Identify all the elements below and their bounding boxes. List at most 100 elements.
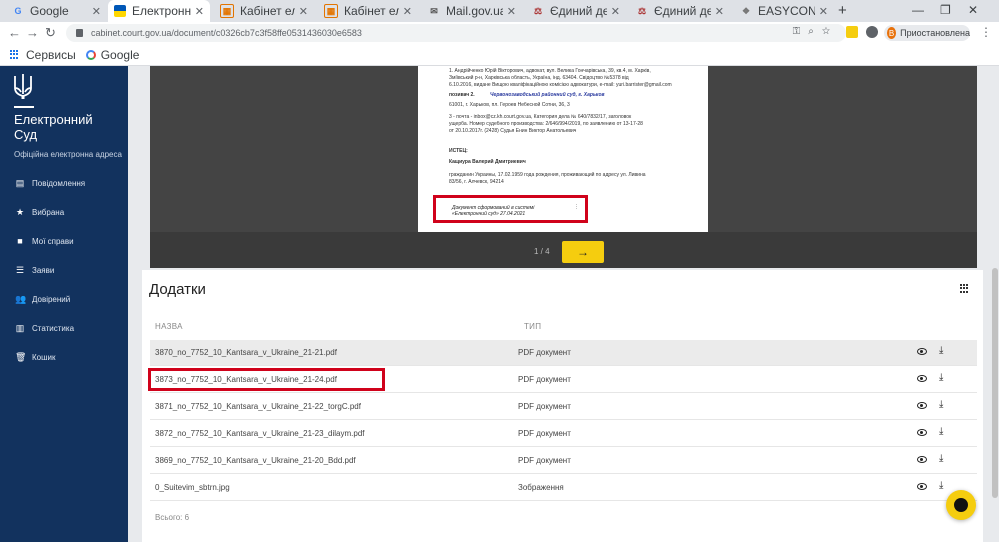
tab-electronic-court[interactable]: Електронн ✕ (108, 0, 210, 22)
download-icon[interactable]: ⤓ (939, 480, 943, 491)
sidebar-item-trusted[interactable]: 👥 Довірений (15, 294, 70, 305)
tab-cabinet-1[interactable]: ▦ Кабінет ел ✕ (214, 0, 314, 22)
sidebar-subtitle: Офіційна електронна адреса (14, 150, 122, 159)
sidebar-item-my-cases[interactable]: ■ Мої справи (15, 236, 73, 246)
close-icon[interactable]: ✕ (715, 5, 724, 18)
cabinet-icon: ▦ (220, 4, 234, 18)
browser-toolbar: ← → ↻ cabinet.court.gov.ua/document/c032… (0, 22, 999, 44)
close-icon[interactable]: ✕ (403, 5, 412, 18)
mail-icon: ✉ (430, 5, 438, 16)
eye-icon[interactable] (917, 348, 927, 355)
sidebar-item-favorites[interactable]: ★ Вибрана (15, 207, 64, 218)
close-icon[interactable]: ✕ (507, 5, 516, 18)
bookmark-google[interactable]: Google (85, 48, 139, 62)
file-name: 3872_no_7752_10_Kantsara_v_Ukraine_21-23… (155, 429, 365, 438)
download-icon[interactable]: ⤓ (939, 426, 943, 437)
list-icon: ☰ (15, 265, 25, 275)
doc-line: 6.10.2016, видане Вищою кваліфікаційною … (449, 82, 672, 88)
attachments-card: Додатки НАЗВА ТИП 3870_no_7752_10_Kantsa… (142, 270, 983, 542)
column-header-type: ТИП (524, 322, 542, 331)
column-header-name: НАЗВА (155, 322, 183, 331)
sidebar-item-trash[interactable]: 🗑 Кошик (15, 352, 56, 363)
file-type: PDF документ (518, 429, 571, 438)
extensions-puzzle-icon[interactable] (866, 26, 878, 38)
bookmark-services[interactable]: Сервисы (10, 48, 76, 62)
close-icon[interactable]: ✕ (819, 5, 828, 18)
minimize-icon[interactable]: — (912, 3, 924, 17)
tab-easycon[interactable]: ❖ EASYCON ✕ (734, 0, 834, 22)
cabinet-icon: ▦ (324, 4, 338, 18)
doc-line: 1. Андрійченко Юрій Вікторович, адвокат,… (449, 68, 651, 74)
address-bar[interactable]: cabinet.court.gov.ua/document/c0326cb7c3… (66, 24, 846, 42)
download-icon[interactable]: ⤓ (939, 345, 943, 356)
close-icon[interactable]: ✕ (611, 5, 620, 18)
trident-logo-icon (14, 74, 32, 99)
close-icon[interactable]: ✕ (299, 5, 308, 18)
eye-icon[interactable] (917, 402, 927, 409)
folder-icon: ■ (17, 236, 23, 246)
doc-line: ИСТЕЦ: (449, 148, 468, 154)
menu-kebab-icon[interactable]: ⋮ (980, 25, 992, 39)
table-row[interactable]: 3869_no_7752_10_Kantsara_v_Ukraine_21-20… (150, 448, 977, 474)
sidebar-item-messages[interactable]: ▤ Повідомлення (15, 178, 85, 189)
tab-registry-2[interactable]: ⚖ Єдиний де ✕ (630, 0, 730, 22)
bookmarks-bar: Сервисы Google (0, 44, 999, 66)
maximize-icon[interactable]: ❐ (940, 3, 951, 17)
eye-icon[interactable] (917, 375, 927, 382)
table-row[interactable]: 3872_no_7752_10_Kantsara_v_Ukraine_21-23… (150, 421, 977, 447)
apps-grid-icon (10, 49, 20, 60)
eye-icon[interactable] (917, 483, 927, 490)
new-tab-button[interactable]: + (838, 2, 847, 19)
omnibox-actions-icon[interactable]: ⚿⌕☆ (793, 26, 838, 37)
pager-bar: 1 / 4 → (150, 232, 977, 268)
doc-line: Червонозаводський районний суд, г. Харьк… (490, 92, 605, 98)
table-row[interactable]: 3871_no_7752_10_Kantsara_v_Ukraine_21-22… (150, 394, 977, 420)
eye-icon[interactable] (917, 456, 927, 463)
tab-mail[interactable]: ✉ Mail.gov.ua ✕ (422, 0, 522, 22)
eye-icon[interactable] (917, 429, 927, 436)
row-highlight-frame (148, 368, 385, 391)
sidebar-item-applications[interactable]: ☰ Заяви (15, 265, 54, 276)
close-icon[interactable]: ✕ (195, 5, 204, 18)
file-type: Зображення (518, 483, 564, 492)
next-page-button[interactable]: → (562, 241, 604, 263)
download-icon[interactable]: ⤓ (939, 399, 943, 410)
close-icon[interactable]: ✕ (92, 5, 101, 18)
sidebar: Електронний Суд Офіційна електронна адре… (0, 66, 128, 542)
download-icon[interactable]: ⤓ (939, 453, 943, 464)
table-row[interactable]: 3870_no_7752_10_Kantsara_v_Ukraine_21-21… (150, 340, 977, 366)
people-icon: 👥 (15, 294, 27, 304)
extension-download-icon[interactable] (846, 26, 858, 38)
forward-arrow-icon[interactable]: → (26, 25, 39, 40)
sidebar-title: Електронний Суд (14, 112, 93, 142)
ukraine-flag-icon (114, 5, 126, 17)
grid-view-icon[interactable] (960, 284, 969, 293)
download-icon[interactable]: ⤓ (939, 372, 943, 383)
file-name: 3870_no_7752_10_Kantsara_v_Ukraine_21-21… (155, 348, 337, 357)
main-content: 1. Андрійченко Юрій Вікторович, адвокат,… (128, 66, 999, 542)
table-row[interactable]: 0_Suitevim_sbtrn.jpg Зображення ⤓ (150, 475, 977, 501)
file-name: 0_Suitevim_sbtrn.jpg (155, 483, 230, 492)
file-type: PDF документ (518, 375, 571, 384)
profile-button[interactable]: В Приостановлена (884, 25, 970, 41)
signature-stamp-highlight: Документ сформований в системі «Електрон… (433, 195, 588, 223)
sidebar-item-statistics[interactable]: ▥ Статистика (15, 323, 74, 334)
file-name: 3869_no_7752_10_Kantsara_v_Ukraine_21-20… (155, 456, 356, 465)
window-close-icon[interactable]: ✕ (968, 3, 978, 17)
call-button[interactable] (946, 490, 976, 520)
reload-icon[interactable]: ↻ (45, 25, 56, 41)
document-viewer: 1. Андрійченко Юрій Вікторович, адвокат,… (150, 66, 977, 268)
tab-cabinet-2[interactable]: ▦ Кабінет ел ✕ (318, 0, 418, 22)
back-arrow-icon[interactable]: ← (8, 25, 21, 40)
tab-strip: G Google ✕ Електронн ✕ ▦ Кабінет ел ✕ ▦ … (0, 0, 999, 22)
file-type: PDF документ (518, 348, 571, 357)
easycon-icon: ❖ (741, 5, 751, 16)
phone-icon (954, 498, 968, 512)
tab-google[interactable]: G Google ✕ (6, 0, 107, 22)
google-g-icon (85, 49, 96, 60)
doc-line: Зміївський р-н, Харківська область, Укра… (449, 75, 629, 81)
scrollbar-thumb[interactable] (992, 268, 998, 498)
doc-line: позивач 2. (449, 92, 475, 98)
attachments-count: Всього: 6 (155, 513, 190, 522)
tab-registry-1[interactable]: ⚖ Єдиний де ✕ (526, 0, 626, 22)
